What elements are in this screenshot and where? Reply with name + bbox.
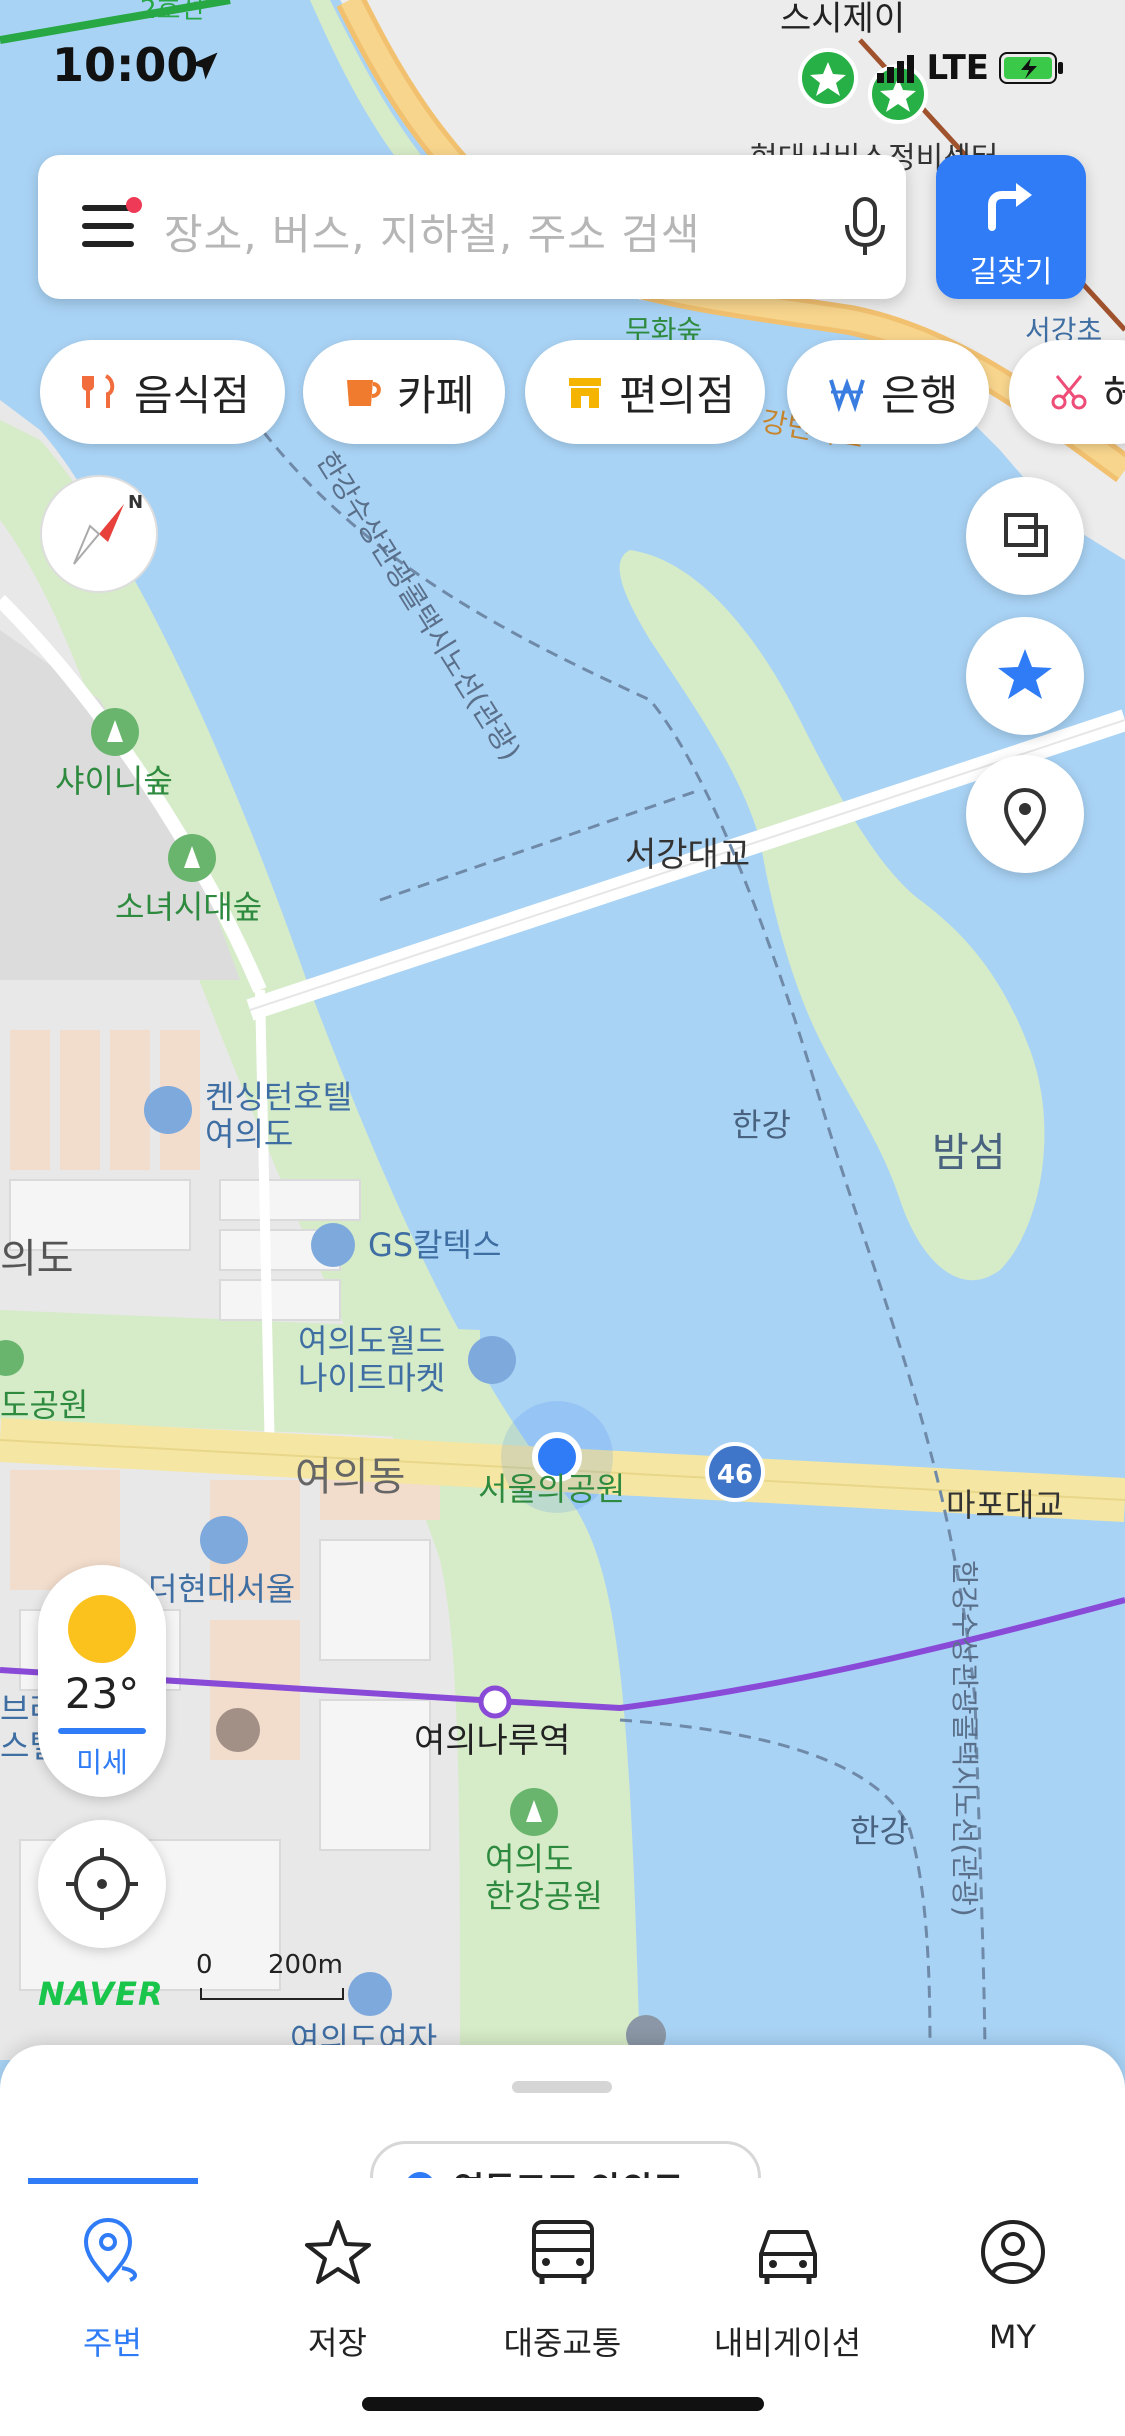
tab-label: 주변	[83, 2324, 142, 2362]
map-label-hangang-1: 한강	[732, 1106, 791, 1144]
map-label-yeouido-dong: 여의동	[295, 1454, 405, 1500]
menu-icon[interactable]	[82, 197, 142, 255]
active-tab-indicator	[28, 2178, 198, 2184]
chip-restaurant[interactable]: 음식점	[40, 340, 285, 444]
map-label-hangang-2: 한강	[850, 1812, 909, 1850]
category-chips: 음식점 카페 편의점 은행 헤	[0, 340, 1125, 444]
chip-label: 카페	[397, 370, 475, 420]
chip-hair[interactable]: 헤	[1009, 340, 1125, 444]
won-icon	[829, 378, 865, 412]
map-label-seogang-bridge[interactable]: 서강대교	[625, 835, 750, 875]
current-location-button[interactable]	[38, 1820, 166, 1948]
fork-knife-icon	[82, 374, 115, 408]
map-label-yeouido-left: 의도	[0, 1236, 74, 1282]
map-label-park-left[interactable]: 도공원	[0, 1386, 88, 1424]
map-label-girls-forest[interactable]: 소녀시대숲	[115, 888, 262, 926]
tab-saved[interactable]: 저장	[225, 2208, 450, 2368]
star-icon	[305, 2220, 371, 2284]
map-canvas[interactable]: 46 N 스시제이 현대서비스정비센터 무화숲 서강초 2호선 강변북로 한강수…	[0, 0, 1125, 2060]
home-indicator[interactable]	[362, 2397, 764, 2411]
map-pin-icon	[1003, 787, 1047, 847]
coffee-cup-icon	[347, 380, 381, 406]
scale-zero: 0	[196, 1950, 213, 1980]
directions-button[interactable]: 길찾기	[936, 155, 1086, 299]
layers-icon	[1004, 513, 1048, 557]
map-label-night-market[interactable]: 여의도월드 나이트마켓	[298, 1322, 445, 1397]
map-label-shiny-forest[interactable]: 샤이니숲	[55, 762, 173, 800]
scissors-icon	[1051, 375, 1087, 410]
favorites-button[interactable]	[966, 617, 1084, 735]
search-input[interactable]: 장소, 버스, 지하철, 주소 검색	[164, 201, 701, 262]
crosshair-icon	[66, 1848, 138, 1920]
tab-transit[interactable]: 대중교통	[450, 2208, 675, 2368]
weather-widget[interactable]: 23° 미세	[38, 1565, 166, 1797]
nearby-pin-icon	[83, 2217, 137, 2284]
profile-icon	[981, 2220, 1045, 2284]
directions-label: 길찾기	[969, 255, 1053, 290]
search-bar[interactable]: 장소, 버스, 지하철, 주소 검색	[38, 155, 906, 299]
chip-label: 편의점	[619, 370, 735, 420]
chip-label: 은행	[881, 370, 959, 420]
tab-my[interactable]: MY	[900, 2208, 1125, 2368]
chip-cafe[interactable]: 카페	[303, 340, 505, 444]
bus-icon	[532, 2220, 594, 2284]
tab-label: 대중교통	[503, 2324, 622, 2362]
tab-navigation[interactable]: 내비게이션	[675, 2208, 900, 2368]
tab-label: 내비게이션	[713, 2324, 862, 2362]
network-type: LTE	[926, 48, 989, 88]
road-number-label: 46	[717, 1460, 753, 1490]
map-label-ferry-route-2: 한강수상관광콜택시노선(관광)	[948, 1560, 981, 1917]
scale-distance: 200m	[268, 1950, 343, 1980]
chip-convenience[interactable]: 편의점	[525, 340, 765, 444]
tab-nearby[interactable]: 주변	[0, 2208, 225, 2368]
dust-level-bar	[58, 1728, 146, 1734]
signal-bars-icon	[876, 55, 914, 83]
status-time: 10:00	[52, 38, 199, 92]
notification-dot	[126, 197, 142, 213]
status-right: LTE	[876, 48, 1065, 88]
map-label-seoul-park[interactable]: 서울의공원	[478, 1470, 625, 1508]
weather-temperature: 23°	[64, 1669, 140, 1718]
naver-logo: NAVER	[38, 1975, 164, 2013]
star-filled-icon	[998, 649, 1052, 699]
scale-line	[200, 1988, 344, 2000]
map-label-the-hyundai[interactable]: 더현대서울	[148, 1570, 295, 1608]
microphone-icon[interactable]	[840, 195, 890, 259]
battery-charging-icon	[999, 52, 1063, 84]
store-icon	[569, 378, 601, 408]
map-label-naru-station[interactable]: 여의나루역	[414, 1721, 570, 1761]
layers-button[interactable]	[966, 477, 1084, 595]
chip-label: 음식점	[134, 370, 250, 420]
map-scale: 0 200m	[196, 1950, 346, 2000]
car-icon	[759, 2230, 817, 2284]
pin-button[interactable]	[966, 755, 1084, 873]
tab-label: 저장	[308, 2324, 367, 2362]
svg-text:N: N	[128, 492, 143, 513]
location-arrow-icon	[190, 52, 218, 80]
dust-label: 미세	[76, 1746, 128, 1779]
status-bar: 10:00 LTE	[0, 0, 1125, 140]
map-label-mapo-bridge[interactable]: 마포대교	[946, 1486, 1064, 1524]
tab-label: MY	[988, 2318, 1037, 2356]
sheet-handle[interactable]	[512, 2081, 612, 2093]
sun-icon	[68, 1595, 136, 1663]
map-label-bamseom[interactable]: 밤섬	[932, 1130, 1006, 1176]
chip-bank[interactable]: 은행	[787, 340, 989, 444]
turn-arrow-icon	[988, 183, 1032, 231]
map-label-gs[interactable]: GS칼텍스	[368, 1226, 501, 1264]
chip-label: 헤	[1103, 370, 1125, 420]
compass-icon[interactable]: N	[40, 475, 158, 593]
